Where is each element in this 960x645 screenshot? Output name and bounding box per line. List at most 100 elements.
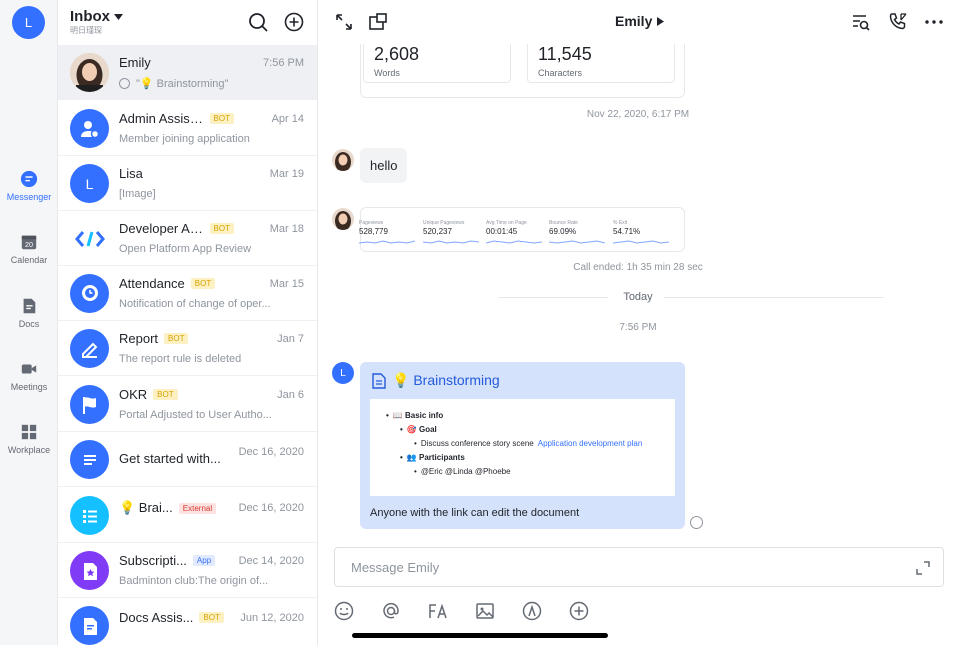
person-photo-icon	[332, 208, 354, 230]
conversation-panel: 2,608 Words 11,545 Characters Emily Nov …	[318, 0, 960, 645]
add-circle-icon[interactable]	[284, 12, 304, 32]
chat-name: Admin Assistant BOT	[119, 111, 234, 126]
inbox-dropdown[interactable]: Inbox	[70, 8, 123, 25]
chat-preview: "💡 Brainstorming"	[119, 77, 228, 90]
chat-time: Dec 16, 2020	[238, 502, 304, 514]
sender-avatar[interactable]	[332, 149, 354, 171]
chat-name: Emily	[119, 55, 151, 70]
chat-time: Mar 15	[269, 278, 304, 290]
star-document-icon	[83, 562, 97, 580]
chat-time: Jun 12, 2020	[240, 612, 304, 624]
checklist-icon	[82, 509, 97, 523]
rail-item-workplace[interactable]: Workplace	[0, 423, 58, 455]
caret-down-icon	[114, 13, 123, 20]
chat-row-get-started[interactable]: Get started with... Dec 16, 2020	[58, 432, 317, 487]
rail-label: Calendar	[10, 255, 48, 265]
chat-row-okr[interactable]: OKR BOT Jan 6 Portal Adjusted to User Aut…	[58, 377, 317, 432]
chat-name: Docs Assis... BOT	[119, 610, 224, 625]
chat-row-subscription[interactable]: Subscripti... App Dec 14, 2020 Badminton …	[58, 543, 317, 598]
sparkline	[613, 240, 669, 244]
chat-row-report[interactable]: Report BOT Jan 7 The report rule is delet…	[58, 321, 317, 376]
chat-row-brainstorming[interactable]: 💡 Brai... External Dec 16, 2020	[58, 488, 317, 543]
call-ended-text: Call ended: 1h 35 min 28 sec	[573, 262, 703, 273]
expand-editor-icon[interactable]	[915, 560, 931, 576]
inbox-title: Inbox	[70, 8, 110, 25]
chat-preview: Portal Adjusted to User Autho...	[119, 409, 272, 421]
conversation-header: Emily	[318, 0, 960, 44]
chat-row-emily[interactable]: Emily 7:56 PM "💡 Brainstorming"	[58, 45, 317, 100]
chat-name: Report BOT	[119, 331, 189, 346]
chat-row-docs-assistant[interactable]: Docs Assis... BOT Jun 12, 2020	[58, 598, 317, 645]
message-bubble[interactable]: hello	[360, 148, 408, 183]
avatar	[70, 385, 109, 424]
doc-title-link[interactable]: 💡 Brainstorming	[372, 372, 500, 389]
code-brackets-icon	[74, 230, 105, 247]
chat-list-panel: Inbox 明日瑾琛 Emily 7:56 PM "💡 Brainstormin…	[58, 0, 318, 645]
flag-icon	[82, 396, 96, 414]
call-icon[interactable]	[888, 12, 908, 32]
avatar	[70, 440, 109, 479]
doc-bullet: • 👥 Participants	[400, 453, 465, 462]
emoji-icon[interactable]	[334, 601, 354, 621]
video-camera-icon	[21, 364, 37, 374]
chat-time: Apr 14	[271, 113, 304, 125]
chat-time: Dec 14, 2020	[238, 555, 304, 567]
chat-preview: Open Platform App Review	[119, 243, 252, 255]
sender-avatar[interactable]	[332, 208, 354, 230]
chat-row-developer-assistant[interactable]: Developer Assis...BOT Mar 18 Open Platfo…	[58, 211, 317, 266]
inbox-subtitle: 明日瑾琛	[70, 26, 102, 35]
calendar-icon: 20	[21, 235, 37, 250]
caret-right-icon	[657, 16, 665, 26]
doc-share-card[interactable]: 💡 Brainstorming • 📖 Basic info • 🎯 Goal • D…	[360, 362, 685, 529]
chat-row-attendance[interactable]: Attendance BOT Mar 15 Notification of cha…	[58, 266, 317, 321]
avatar	[70, 274, 109, 313]
search-history-icon[interactable]	[851, 12, 871, 32]
doc-link[interactable]: Application development plan	[538, 439, 643, 448]
dash-metric: Avg Time on Page 00:01:45	[486, 220, 546, 245]
message-input[interactable]	[335, 548, 895, 586]
left-rail: L Messenger 20 Calendar Docs Meetings Wo…	[0, 0, 58, 645]
rail-item-calendar[interactable]: 20 Calendar	[0, 233, 58, 265]
image-message[interactable]: Pageviews 528,779 Unique Pageviews 520,2…	[359, 207, 685, 252]
drawing-icon[interactable]	[522, 601, 542, 621]
sparkline	[486, 240, 542, 244]
avatar	[70, 219, 109, 258]
chat-time: Mar 19	[269, 168, 304, 180]
dash-metric: Bounce Rate 69.09%	[549, 220, 609, 245]
chat-time: Mar 18	[269, 223, 304, 235]
more-options-icon[interactable]	[924, 12, 944, 32]
chat-row-lisa[interactable]: L Lisa Mar 19 [Image]	[58, 156, 317, 211]
messenger-icon	[20, 170, 38, 188]
chat-name: Lisa	[119, 166, 143, 181]
chat-name: Attendance BOT	[119, 276, 216, 291]
bot-badge: BOT	[190, 278, 216, 289]
picture-in-picture-icon[interactable]	[368, 12, 388, 32]
user-avatar[interactable]: L	[12, 6, 45, 39]
mention-icon[interactable]	[381, 601, 401, 621]
home-indicator[interactable]	[352, 633, 608, 638]
bot-badge: BOT	[153, 389, 178, 400]
sender-avatar[interactable]: L	[332, 362, 354, 384]
avatar	[70, 496, 109, 535]
more-actions-icon[interactable]	[569, 601, 589, 621]
chat-preview: Member joining application	[119, 133, 250, 145]
conversation-title[interactable]: Emily	[615, 13, 665, 29]
dash-metric: Unique Pageviews 520,237	[423, 220, 483, 245]
doc-bullet: • @Eric @Linda @Phoebe	[414, 467, 511, 476]
expand-icon[interactable]	[334, 12, 354, 32]
user-settings-icon	[80, 120, 99, 138]
text-format-icon[interactable]	[428, 601, 448, 621]
document-icon	[83, 617, 97, 635]
rail-item-docs[interactable]: Docs	[0, 297, 58, 329]
list-icon	[83, 454, 96, 465]
chat-name: 💡 Brai... External	[119, 500, 217, 516]
chat-preview: Notification of change of oper...	[119, 298, 271, 310]
image-icon[interactable]	[475, 601, 495, 621]
chat-preview: [Image]	[119, 188, 156, 200]
rail-label: Docs	[18, 319, 40, 329]
search-icon[interactable]	[248, 12, 268, 32]
rail-item-messenger[interactable]: Messenger	[0, 170, 58, 202]
rail-item-meetings[interactable]: Meetings	[0, 360, 58, 392]
chat-row-admin-assistant[interactable]: Admin Assistant BOT Apr 14 Member joining…	[58, 101, 317, 156]
bot-badge: BOT	[199, 612, 224, 623]
